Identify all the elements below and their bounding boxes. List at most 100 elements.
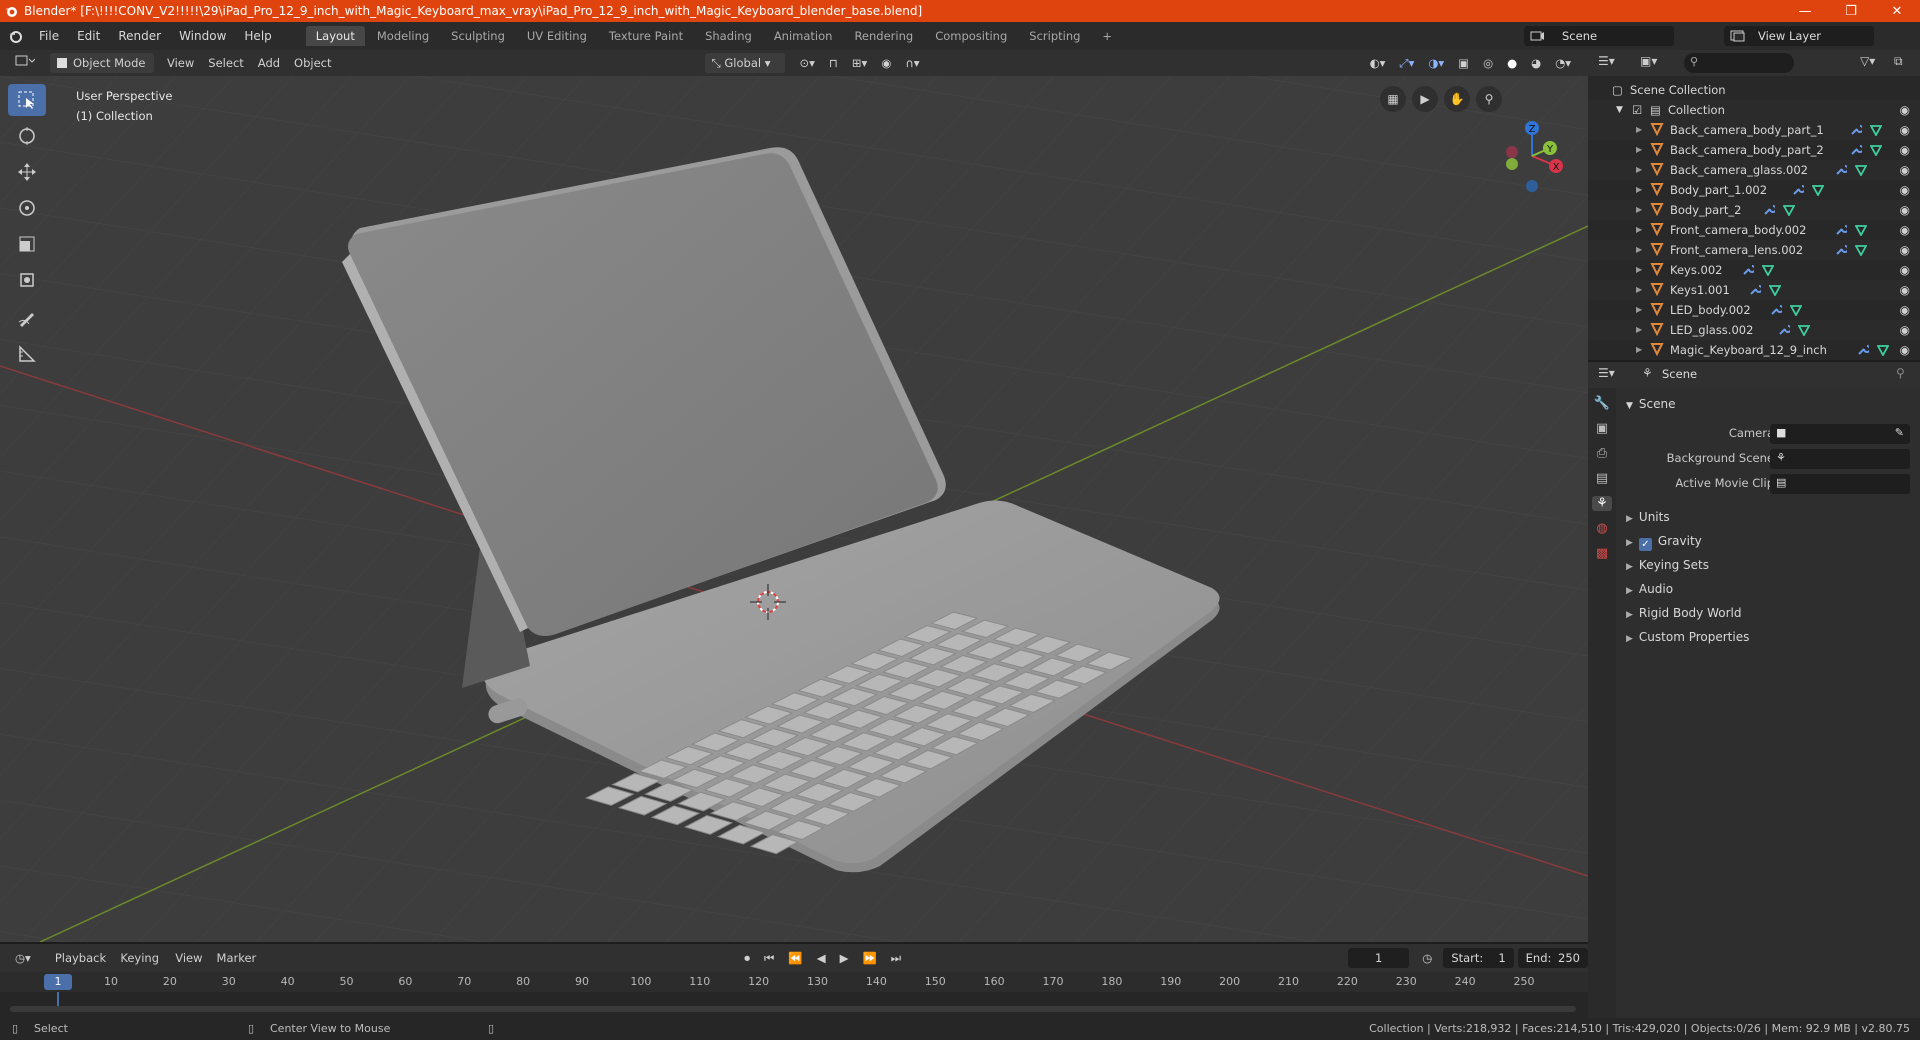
tab-modeling[interactable]: Modeling xyxy=(367,26,439,46)
mesh-data-icon[interactable] xyxy=(1797,320,1811,340)
editor-type-icon[interactable] xyxy=(8,53,42,73)
outliner-item[interactable]: ▶ Back_camera_body_part_2 ◉ xyxy=(1588,140,1920,160)
camera-view-button[interactable]: ▶ xyxy=(1412,86,1438,112)
mesh-data-icon[interactable] xyxy=(1854,240,1868,260)
outliner-item[interactable]: ▶ Magic_Keyboard_12_9_inch ◉ xyxy=(1588,340,1920,360)
tab-rendering[interactable]: Rendering xyxy=(844,26,923,46)
section-audio[interactable]: ▶ Audio xyxy=(1616,577,1920,601)
expand-arrow-icon[interactable]: ▶ xyxy=(1636,320,1642,340)
eye-icon[interactable]: ◉ xyxy=(1900,180,1910,200)
outliner-item[interactable]: ▶ Keys.002 ◉ xyxy=(1588,260,1920,280)
background-scene-field[interactable]: ⚘ xyxy=(1770,449,1910,469)
mesh-data-icon[interactable] xyxy=(1876,340,1890,360)
expand-arrow-icon[interactable]: ▶ xyxy=(1636,140,1642,160)
expand-arrow-icon[interactable]: ▶ xyxy=(1636,200,1642,220)
outliner-item[interactable]: ▶ LED_glass.002 ◉ xyxy=(1588,320,1920,340)
eyedropper-icon[interactable]: ✎ xyxy=(1895,426,1904,439)
prev-keyframe-button[interactable]: ⏪ xyxy=(781,948,809,968)
measure-tool[interactable] xyxy=(8,338,46,370)
material-shading-icon[interactable]: ◕ xyxy=(1524,53,1548,73)
expand-arrow-icon[interactable]: ▶ xyxy=(1636,240,1642,260)
annotate-tool[interactable] xyxy=(8,302,46,334)
mesh-data-icon[interactable] xyxy=(1768,280,1782,300)
pivot-icon[interactable]: ⊙▾ xyxy=(793,53,822,73)
modifier-wrench-icon[interactable] xyxy=(1850,140,1864,160)
outliner-item[interactable]: ▶ Front_camera_body.002 ◉ xyxy=(1588,220,1920,240)
expand-arrow-icon[interactable]: ▶ xyxy=(1636,180,1642,200)
section-custom-properties[interactable]: ▶ Custom Properties xyxy=(1616,625,1920,649)
add-workspace-button[interactable]: + xyxy=(1092,26,1122,46)
solid-shading-icon[interactable]: ● xyxy=(1500,53,1524,73)
tab-scripting[interactable]: Scripting xyxy=(1019,26,1090,46)
eye-icon[interactable]: ◉ xyxy=(1900,280,1910,300)
3d-viewport[interactable]: Z X Y xyxy=(0,76,1588,942)
expand-arrow-icon[interactable]: ▶ xyxy=(1636,260,1642,280)
section-units[interactable]: ▶ Units xyxy=(1616,505,1920,529)
tab-shading[interactable]: Shading xyxy=(695,26,762,46)
outliner-item[interactable]: ▶ Body_part_2 ◉ xyxy=(1588,200,1920,220)
falloff-icon[interactable]: ∩▾ xyxy=(898,53,926,73)
minimize-button[interactable]: — xyxy=(1782,0,1828,22)
new-collection-icon[interactable]: ⧉ xyxy=(1894,54,1903,69)
eye-icon[interactable]: ◉ xyxy=(1900,260,1910,280)
tab-compositing[interactable]: Compositing xyxy=(925,26,1017,46)
eye-icon[interactable]: ◉ xyxy=(1900,300,1910,320)
wireframe-shading-icon[interactable]: ◎ xyxy=(1476,53,1500,73)
modifier-wrench-icon[interactable] xyxy=(1850,120,1864,140)
outliner-editor-type-icon[interactable]: ☰▾ xyxy=(1598,54,1615,68)
visibility-icon[interactable]: ◐▾ xyxy=(1363,53,1393,73)
snap-target-icon[interactable]: ⊞▾ xyxy=(845,53,874,73)
active-movie-clip-field[interactable]: ▤ xyxy=(1770,474,1910,494)
mesh-data-icon[interactable] xyxy=(1854,220,1868,240)
pin-icon[interactable]: ⚲ xyxy=(1896,366,1905,380)
world-tab-icon[interactable]: ◍ xyxy=(1596,521,1607,536)
tab-layout[interactable]: Layout xyxy=(305,26,365,46)
outliner-item[interactable]: ▶ Body_part_1.002 ◉ xyxy=(1588,180,1920,200)
transform-orientation-dropdown[interactable]: ⤡ Global ▾ xyxy=(704,53,785,73)
section-gravity[interactable]: ▶ ✓ Gravity xyxy=(1616,529,1920,553)
jump-end-button[interactable]: ⏭ xyxy=(884,948,908,968)
close-button[interactable]: ✕ xyxy=(1874,0,1920,22)
timeline-scrollbar[interactable] xyxy=(10,1006,1576,1012)
modifier-wrench-icon[interactable] xyxy=(1835,160,1850,180)
outliner-item[interactable]: ▶ Back_camera_body_part_1 ◉ xyxy=(1588,120,1920,140)
current-frame-marker[interactable]: 1 xyxy=(44,974,72,990)
modifier-wrench-icon[interactable] xyxy=(1835,240,1850,260)
pan-view-button[interactable]: ✋ xyxy=(1444,86,1470,112)
render-tab-icon[interactable]: ▣ xyxy=(1596,421,1608,436)
modifier-wrench-icon[interactable] xyxy=(1770,300,1785,320)
move-tool[interactable] xyxy=(8,156,46,188)
scene-panel-header[interactable]: ▼ Scene xyxy=(1616,392,1920,416)
mesh-data-icon[interactable] xyxy=(1782,200,1796,220)
eye-icon[interactable]: ◉ xyxy=(1900,160,1910,180)
expand-arrow-icon[interactable]: ▶ xyxy=(1636,300,1642,320)
mesh-data-icon[interactable] xyxy=(1761,260,1775,280)
eye-icon[interactable]: ◉ xyxy=(1900,200,1910,220)
scene-tab-icon[interactable]: ⚘ xyxy=(1592,496,1612,511)
expand-arrow-icon[interactable]: ▶ xyxy=(1636,160,1642,180)
tab-sculpting[interactable]: Sculpting xyxy=(441,26,515,46)
expand-arrow-icon[interactable]: ▶ xyxy=(1636,340,1642,360)
rotate-tool[interactable] xyxy=(8,192,46,224)
eye-icon[interactable]: ◉ xyxy=(1900,120,1910,140)
view-layer-selector[interactable]: View Layer xyxy=(1724,26,1874,46)
rendered-shading-icon[interactable]: ◔▾ xyxy=(1548,53,1578,73)
modifier-wrench-icon[interactable] xyxy=(1792,180,1806,200)
modifier-wrench-icon[interactable] xyxy=(1778,320,1792,340)
snap-icon[interactable]: ⊓ xyxy=(822,53,845,73)
outliner-item[interactable]: ▶ Keys1.001 ◉ xyxy=(1588,280,1920,300)
view-layer-tab-icon[interactable]: ▤ xyxy=(1596,471,1608,486)
outliner-item[interactable]: ▶ LED_body.002 ◉ xyxy=(1588,300,1920,320)
outliner-item[interactable]: ▶ Front_camera_lens.002 ◉ xyxy=(1588,240,1920,260)
object-mode-dropdown[interactable]: Object Mode ▾ xyxy=(50,53,154,90)
scale-tool[interactable] xyxy=(8,228,46,260)
tab-texture-paint[interactable]: Texture Paint xyxy=(599,26,693,46)
cursor-tool[interactable] xyxy=(8,120,46,152)
eye-icon[interactable]: ◉ xyxy=(1900,140,1910,160)
eye-icon[interactable]: ◉ xyxy=(1900,340,1910,360)
expand-arrow-icon[interactable]: ▼ xyxy=(1616,100,1623,120)
section-keying-sets[interactable]: ▶ Keying Sets xyxy=(1616,553,1920,577)
menu-playback[interactable]: Playback ▾ xyxy=(48,948,114,985)
restore-button[interactable]: ❐ xyxy=(1828,0,1874,22)
modifier-wrench-icon[interactable] xyxy=(1835,220,1850,240)
